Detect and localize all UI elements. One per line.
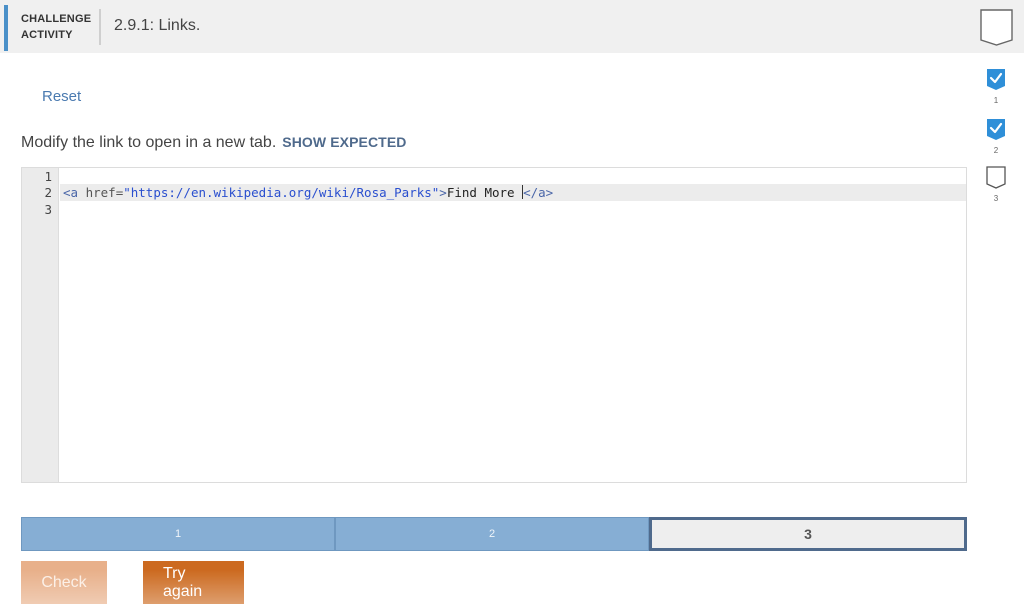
reset-button[interactable]: Reset	[42, 88, 81, 105]
instructions-text: Modify the link to open in a new tab.	[21, 134, 277, 151]
header-divider	[99, 9, 101, 45]
activity-header: CHALLENGE ACTIVITY 2.9.1: Links.	[0, 0, 1024, 53]
step-3[interactable]: 3	[985, 166, 1007, 206]
code-line-3[interactable]	[60, 201, 966, 218]
line-number: 3	[44, 202, 52, 217]
level-segment-2[interactable]: 2	[335, 517, 649, 551]
code-editor[interactable]: 1 2 3 <a href="https://en.wikipedia.org/…	[21, 167, 967, 483]
level-progress-bar: 1 2 3	[21, 517, 967, 551]
show-expected-button[interactable]: SHOW EXPECTED	[282, 134, 406, 150]
step-number: 2	[993, 146, 999, 155]
activity-type-label: CHALLENGE ACTIVITY	[21, 11, 91, 43]
step-number: 1	[993, 96, 999, 105]
header-accent-bar	[4, 5, 8, 51]
code-tag-close: >	[439, 185, 447, 200]
activity-title: 2.9.1: Links.	[114, 17, 201, 34]
code-link-text: Find More	[446, 185, 523, 200]
checkbox-checked-icon	[987, 69, 1005, 90]
activity-type-line1: CHALLENGE	[21, 13, 92, 25]
checkbox-checked-icon	[987, 119, 1005, 140]
code-open-tag: <a	[63, 185, 79, 200]
code-attribute: href=	[78, 185, 124, 200]
line-number: 2	[44, 185, 52, 200]
step-number: 3	[993, 194, 999, 203]
check-button[interactable]: Check	[21, 561, 107, 604]
instructions: Modify the link to open in a new tab. SHO…	[21, 134, 406, 152]
step-1[interactable]: 1	[985, 68, 1007, 108]
step-2[interactable]: 2	[985, 118, 1007, 158]
code-line-2[interactable]: <a href="https://en.wikipedia.org/wiki/R…	[60, 184, 966, 201]
code-line-1[interactable]	[60, 168, 966, 185]
level-segment-1[interactable]: 1	[21, 517, 335, 551]
bookmark-icon[interactable]	[980, 9, 1013, 46]
code-attribute-value: "https://en.wikipedia.org/wiki/Rosa_Park…	[123, 185, 440, 200]
activity-type-line2: ACTIVITY	[21, 29, 73, 41]
level-segment-3-current[interactable]: 3	[649, 517, 967, 551]
line-number-gutter: 1 2 3	[22, 168, 59, 482]
checkbox-empty-icon	[986, 166, 1006, 189]
line-number: 1	[44, 169, 52, 184]
code-end-tag: </a>	[523, 185, 554, 200]
try-again-button[interactable]: Try again	[143, 561, 244, 604]
